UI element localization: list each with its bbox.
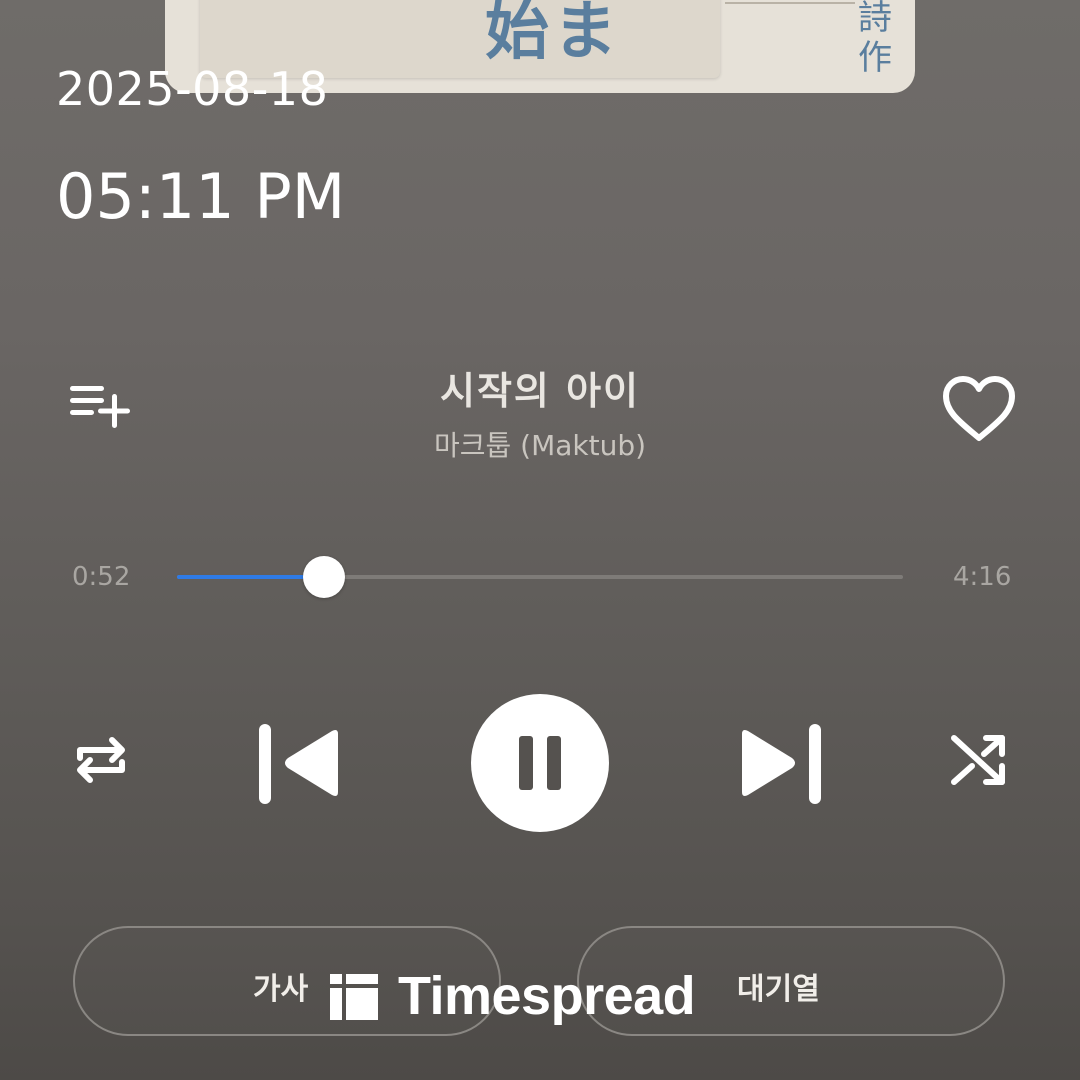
repeat-icon — [77, 737, 125, 783]
shuffle-button[interactable] — [948, 730, 1010, 790]
seek-handle[interactable] — [303, 556, 345, 598]
seek-bar-progress — [177, 575, 324, 579]
pause-icon — [519, 736, 561, 790]
skip-previous-icon — [259, 724, 338, 804]
previous-track-button[interactable] — [254, 720, 344, 806]
lyrics-label: 가사 — [253, 972, 309, 1007]
track-artist[interactable]: 마크툽 (Maktub) — [0, 424, 1080, 464]
skip-next-icon — [742, 724, 821, 804]
album-art-title: 始ま — [485, 0, 621, 69]
seek-bar[interactable] — [177, 556, 903, 598]
shuffle-icon — [951, 735, 1005, 785]
heart-outline-icon — [943, 376, 1015, 441]
watermark-text: Timespread — [398, 966, 696, 1026]
album-art-side-glyph: 作 — [858, 38, 892, 78]
total-duration: 4:16 — [953, 562, 1012, 592]
timespread-logo-icon — [330, 974, 378, 1020]
queue-label: 대기열 — [737, 972, 820, 1007]
date-label: 2025-08-18 — [56, 62, 329, 116]
album-art-divider — [725, 2, 855, 4]
watermark: Timespread — [330, 966, 696, 1026]
repeat-button[interactable] — [70, 730, 132, 790]
track-title: 시작의 아이 — [439, 369, 641, 413]
album-art-side-glyph: 詩 — [858, 0, 892, 38]
time-label: 05:11 PM — [56, 160, 346, 233]
pause-button[interactable] — [471, 694, 609, 832]
like-button[interactable] — [940, 374, 1018, 446]
next-track-button[interactable] — [736, 720, 826, 806]
elapsed-time: 0:52 — [72, 562, 131, 592]
album-art-side-text: 詩 作 — [855, 0, 895, 78]
